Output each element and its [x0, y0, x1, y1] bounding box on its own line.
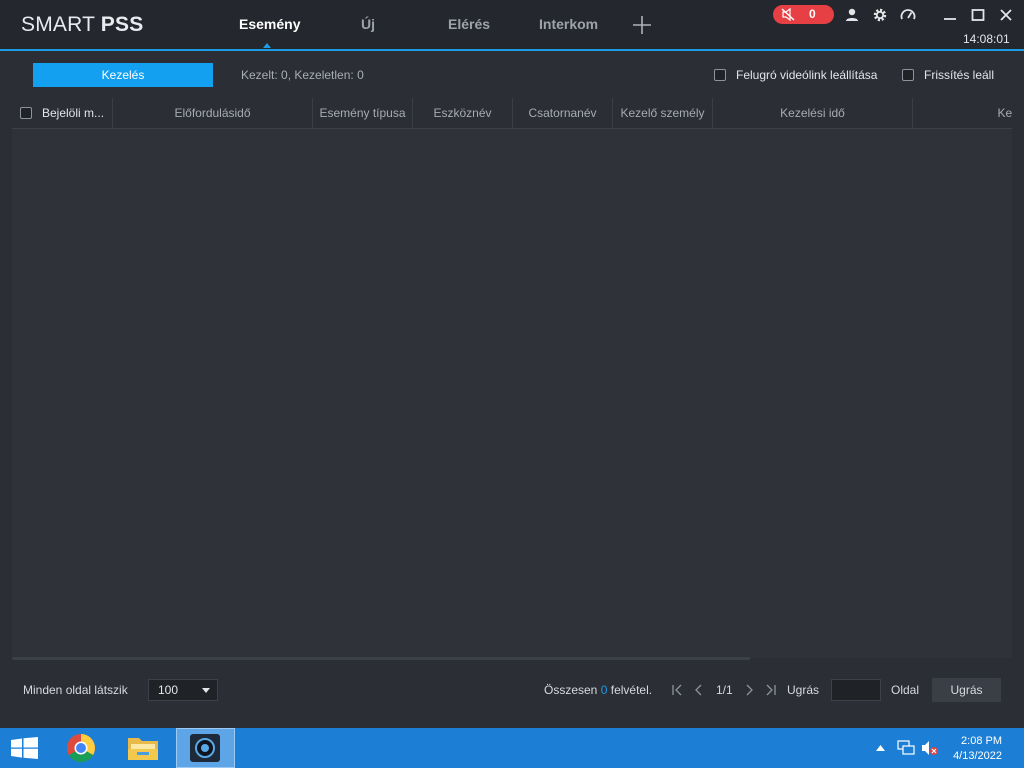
popup-video-stop-label: Felugró videólink leállítása	[736, 68, 878, 82]
page-label: Oldal	[891, 683, 920, 697]
jump-label: Ugrás	[787, 683, 820, 697]
maximize-icon[interactable]	[970, 7, 986, 23]
column-header-device-name[interactable]: Eszköznév	[413, 98, 513, 128]
horizontal-scrollbar[interactable]	[12, 657, 750, 660]
tab-event[interactable]: Esemény	[239, 16, 300, 32]
show-hidden-icons-icon[interactable]	[876, 745, 885, 751]
page-jump-input[interactable]	[831, 679, 881, 701]
page-indicator: 1/1	[716, 683, 733, 697]
close-icon[interactable]	[998, 7, 1014, 23]
column-header-event-type[interactable]: Esemény típusa	[313, 98, 413, 128]
gear-icon[interactable]	[872, 7, 888, 23]
system-clock: 14:08:01	[963, 32, 1010, 46]
prev-page-icon[interactable]	[693, 684, 705, 696]
column-header-handling[interactable]: Kezel	[913, 98, 1012, 128]
speaker-muted-icon[interactable]	[921, 740, 939, 756]
header-divider	[0, 49, 1024, 51]
popup-video-stop-checkbox[interactable]	[714, 69, 726, 81]
next-page-icon[interactable]	[743, 684, 755, 696]
tab-access[interactable]: Elérés	[448, 16, 490, 32]
column-header-handler[interactable]: Kezelő személy	[613, 98, 713, 128]
chrome-icon	[67, 734, 95, 762]
tab-intercom[interactable]: Interkom	[539, 16, 598, 32]
taskbar-smart-pss[interactable]	[176, 728, 235, 768]
network-icon[interactable]	[897, 740, 915, 756]
column-header-occurrence-time[interactable]: Előfordulásidő	[113, 98, 313, 128]
column-header-label: Bejelöli m...	[42, 106, 105, 120]
windows-taskbar	[0, 728, 1024, 768]
mute-icon	[781, 8, 795, 21]
column-header-channel-name[interactable]: Csatornanév	[513, 98, 613, 128]
minimize-icon[interactable]	[942, 7, 958, 23]
tab-new[interactable]: Új	[361, 16, 375, 32]
event-table: Bejelöli m... Előfordulásidő Esemény típ…	[12, 98, 1012, 658]
total-records: Összesen 0 felvétel.	[544, 683, 653, 697]
taskbar-time: 2:08 PM	[961, 735, 1002, 747]
taskbar-date: 4/13/2022	[953, 750, 1002, 762]
camera-app-icon	[190, 734, 220, 762]
last-page-icon[interactable]	[765, 684, 777, 696]
select-all-checkbox[interactable]	[20, 107, 32, 119]
top-bar: SMART PSS Esemény Új Elérés Interkom 0 1…	[0, 0, 1024, 50]
per-page-select[interactable]: 100	[148, 679, 218, 701]
performance-gauge-icon[interactable]	[900, 7, 916, 23]
app-logo: SMART PSS	[21, 13, 144, 36]
handled-stats: Kezelt: 0, Kezeletlen: 0	[241, 68, 364, 82]
jump-button[interactable]: Ugrás	[932, 678, 1001, 702]
per-page-label: Minden oldal látszik	[23, 683, 128, 697]
per-page-value: 100	[158, 683, 179, 697]
column-header-handling-time[interactable]: Kezelési idő	[713, 98, 913, 128]
add-tab-icon[interactable]	[632, 15, 652, 35]
user-icon[interactable]	[844, 7, 860, 23]
start-button[interactable]	[0, 728, 56, 768]
column-header-select-all[interactable]: Bejelöli m...	[12, 98, 113, 128]
taskbar-file-explorer[interactable]	[115, 728, 171, 768]
first-page-icon[interactable]	[671, 684, 683, 696]
alarm-badge[interactable]: 0	[773, 5, 834, 24]
table-header: Bejelöli m... Előfordulásidő Esemény típ…	[12, 98, 1012, 129]
alarm-count: 0	[809, 7, 816, 21]
refresh-stop-label: Frissítés leáll	[924, 68, 995, 82]
folder-icon	[128, 738, 158, 760]
active-tab-indicator	[263, 43, 271, 48]
refresh-stop-checkbox[interactable]	[902, 69, 914, 81]
taskbar-clock[interactable]: 2:08 PM 4/13/2022	[953, 734, 1002, 764]
taskbar-chrome[interactable]	[54, 728, 110, 768]
total-count: 0	[600, 683, 608, 697]
chevron-down-icon	[202, 688, 210, 693]
handle-button[interactable]: Kezelés	[33, 63, 213, 87]
windows-logo-icon	[11, 737, 38, 759]
